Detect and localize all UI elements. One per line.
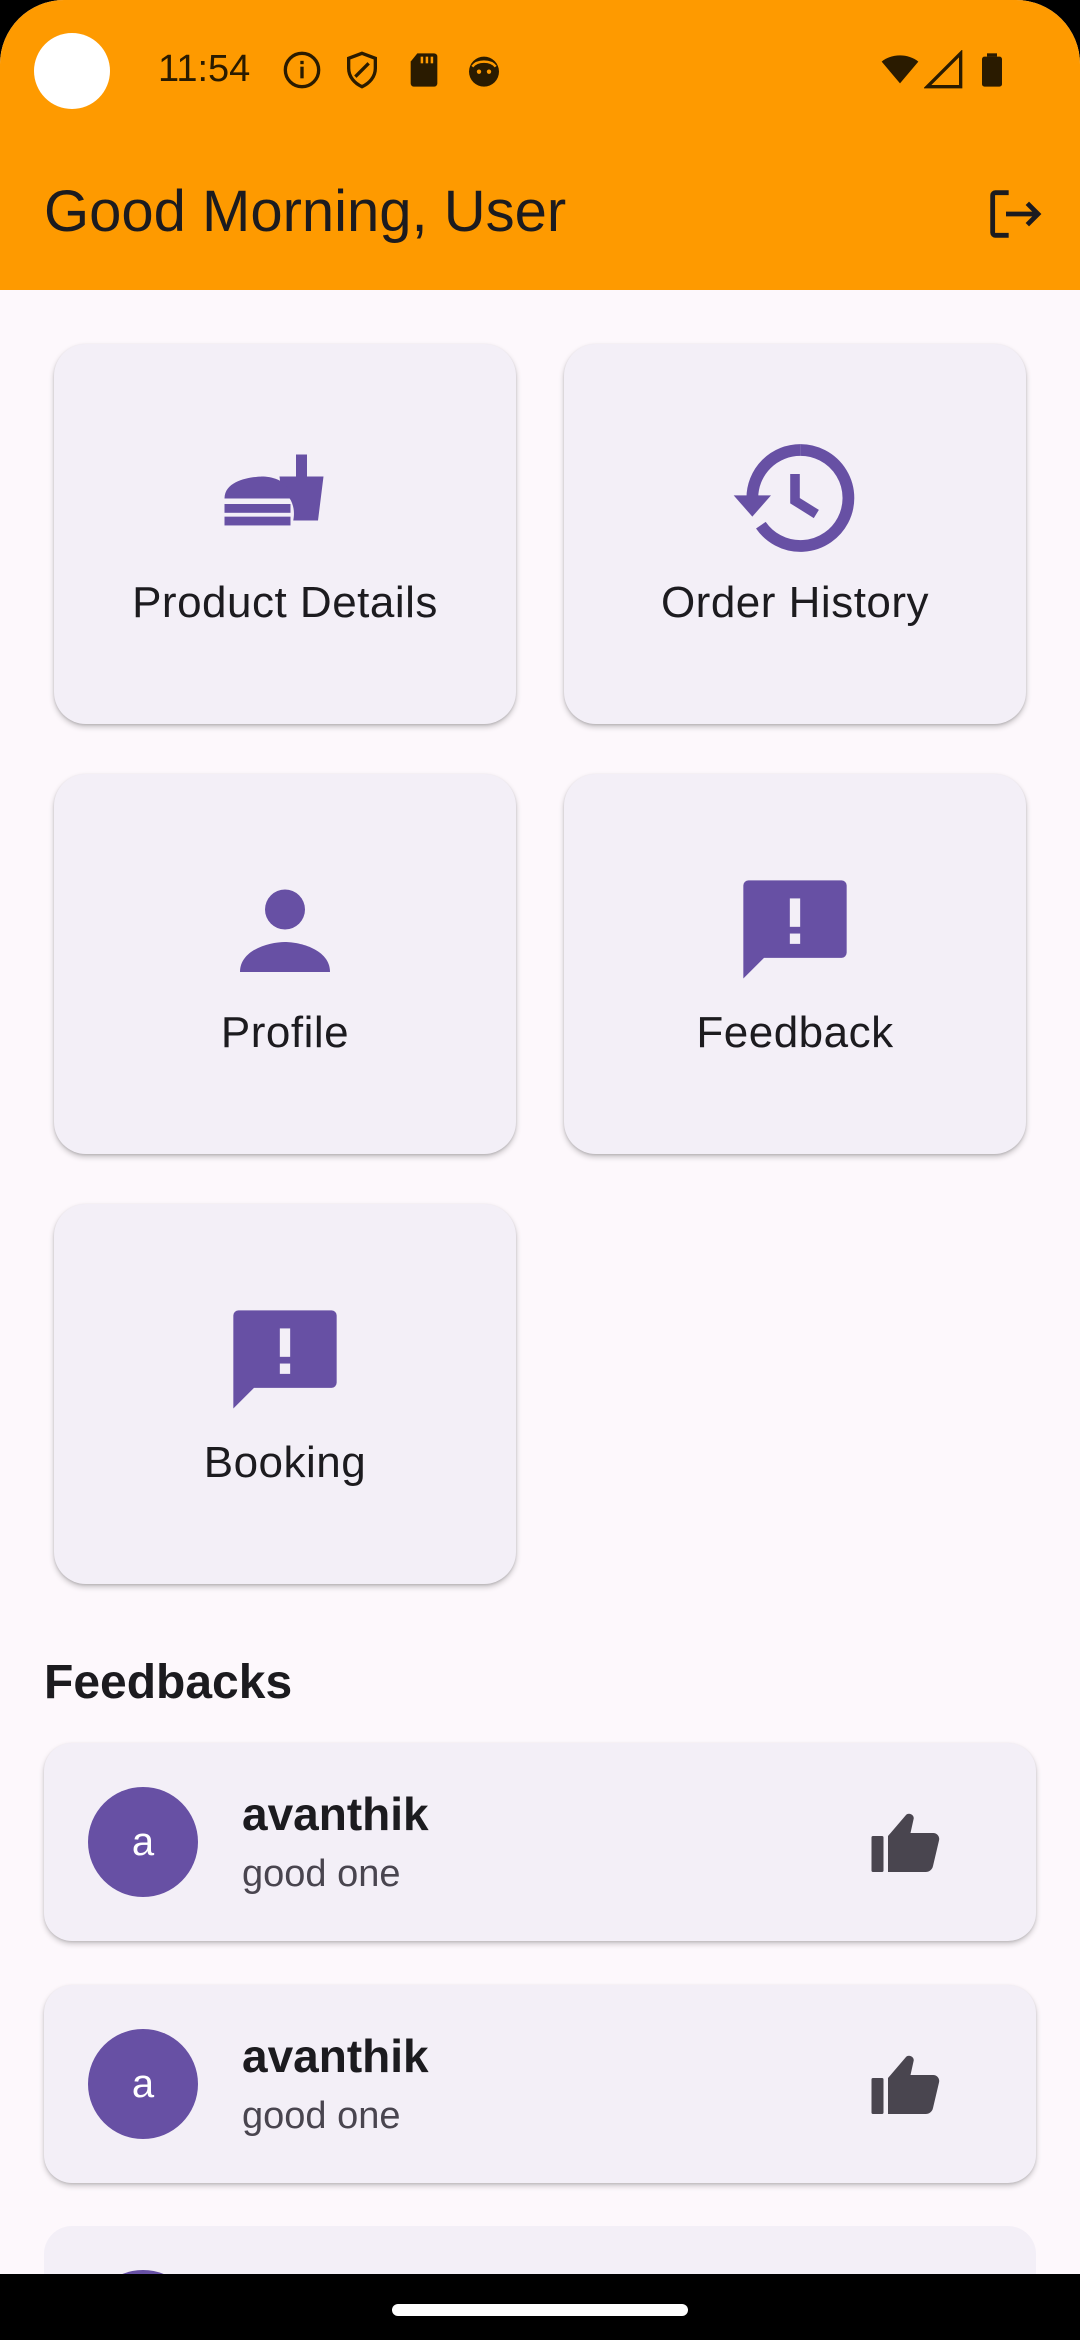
page-title: Good Morning, User bbox=[44, 179, 567, 244]
booking-card[interactable]: Booking bbox=[54, 1204, 516, 1584]
thumb-up-icon[interactable] bbox=[870, 1809, 942, 1875]
order-history-label: Order History bbox=[660, 578, 930, 627]
battery-icon bbox=[982, 53, 1002, 87]
avatar: a bbox=[88, 2029, 198, 2139]
screen: 11:54 Good Morning, User Product Details… bbox=[0, 0, 1080, 2340]
feedback-icon bbox=[743, 880, 847, 979]
status-bar: 11:54 bbox=[0, 0, 1080, 140]
status-time: 11:54 bbox=[158, 48, 251, 90]
wifi-icon bbox=[881, 55, 919, 84]
camera-cutout bbox=[34, 33, 110, 109]
product-details-label: Product Details bbox=[132, 578, 438, 627]
order-history-card[interactable]: Order History bbox=[564, 344, 1026, 724]
profile-label: Profile bbox=[220, 1008, 350, 1057]
feedback-card[interactable]: Feedback bbox=[564, 774, 1026, 1154]
feedback-author: avanthik bbox=[242, 2030, 429, 2082]
app-bar: 11:54 Good Morning, User bbox=[0, 0, 1080, 290]
logout-icon[interactable] bbox=[982, 182, 1046, 246]
feedback-label: Feedback bbox=[696, 1008, 894, 1057]
feedback-list-item[interactable]: a avanthik good one bbox=[44, 1743, 1036, 1941]
feedback-message: good one bbox=[242, 1853, 401, 1895]
booking-label: Booking bbox=[203, 1438, 367, 1487]
avatar: a bbox=[88, 1787, 198, 1897]
feedback-author: avanthik bbox=[242, 1788, 429, 1840]
product-details-card[interactable]: Product Details bbox=[54, 344, 516, 724]
feedback-list-item[interactable]: a avanthik good one bbox=[44, 1985, 1036, 2183]
feedback-icon bbox=[233, 1310, 337, 1409]
navigation-bar bbox=[0, 2274, 1080, 2340]
thumb-up-icon[interactable] bbox=[870, 2051, 942, 2117]
feedbacks-heading: Feedbacks bbox=[44, 1656, 293, 1709]
history-icon bbox=[733, 444, 855, 552]
feedback-message: good one bbox=[242, 2095, 401, 2137]
fastfood-icon bbox=[224, 454, 324, 526]
home-gesture-handle[interactable] bbox=[392, 2304, 688, 2316]
sd-card-icon bbox=[410, 53, 438, 87]
profile-card[interactable]: Profile bbox=[54, 774, 516, 1154]
info-icon bbox=[283, 51, 321, 89]
person-icon bbox=[240, 889, 330, 972]
cell-signal-icon bbox=[924, 50, 963, 89]
shield-icon bbox=[347, 51, 377, 89]
face-icon bbox=[469, 56, 499, 87]
